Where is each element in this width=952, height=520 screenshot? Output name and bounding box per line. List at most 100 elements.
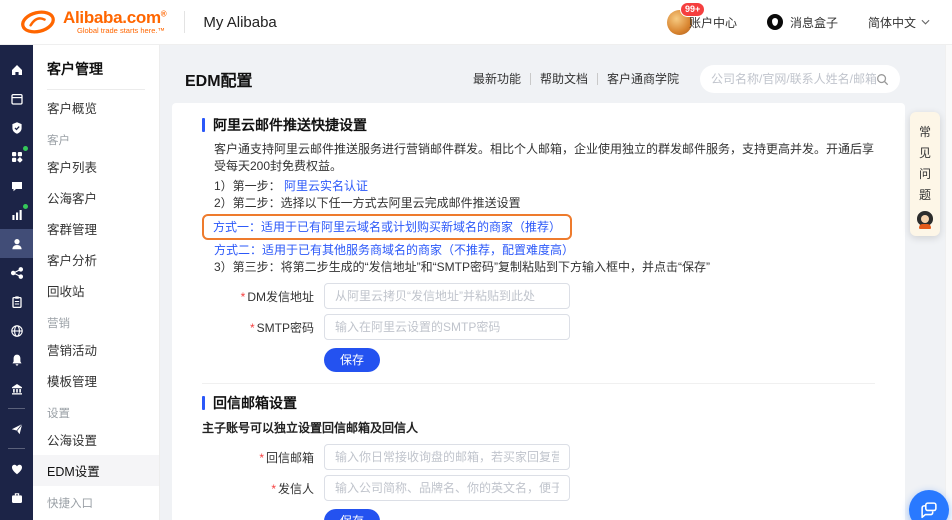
sidebar-item-foreign-trade-mail[interactable]: 外贸邮 bbox=[33, 514, 159, 520]
smtp-password-input[interactable] bbox=[324, 314, 570, 340]
save-button-reply[interactable]: 保存 bbox=[324, 509, 381, 520]
alibaba-logo[interactable]: Alibaba.com® Global trade starts here.™ bbox=[20, 7, 167, 36]
brand-name: Alibaba.com® bbox=[63, 7, 167, 27]
sidebar-item-recycle-bin[interactable]: 回收站 bbox=[33, 275, 159, 306]
section1-intro: 客户通支持阿里云邮件推送服务进行营销邮件群发。相比个人邮箱，企业使用独立的群发邮… bbox=[214, 142, 875, 173]
sidebar-section-settings: 设置 bbox=[47, 408, 70, 420]
option2-link[interactable]: 方式二：适用于已有其他服务商域名的商家（不推荐，配置难度高） bbox=[214, 243, 574, 257]
save-button-aliyun[interactable]: 保存 bbox=[324, 348, 381, 372]
bank-icon[interactable] bbox=[0, 374, 33, 403]
required-asterisk: * bbox=[259, 450, 264, 465]
section-title-bar bbox=[202, 396, 205, 410]
edm-config-card: 阿里云邮件推送快捷设置 客户通支持阿里云邮件推送服务进行营销邮件群发。相比个人邮… bbox=[172, 103, 905, 520]
green-status-dot bbox=[23, 204, 28, 209]
section2-title: 回信邮箱设置 bbox=[213, 395, 297, 411]
header-links: 最新功能 帮助文档 客户通商学院 bbox=[464, 73, 688, 85]
required-asterisk: * bbox=[249, 320, 255, 335]
account-center[interactable]: 99+ 账户中心 bbox=[666, 1, 737, 35]
language-selector[interactable]: 简体中文 bbox=[868, 14, 930, 31]
faq-tab-label: 常见问题 bbox=[918, 125, 931, 202]
chat-icon[interactable] bbox=[0, 171, 33, 200]
search-input[interactable] bbox=[711, 72, 876, 86]
bell-icon[interactable] bbox=[0, 345, 33, 374]
share-icon[interactable] bbox=[0, 258, 33, 287]
link-help-docs[interactable]: 帮助文档 bbox=[529, 73, 597, 85]
reply-email-row: * 回信邮箱 bbox=[202, 444, 875, 470]
sidebar: 客户管理 客户概览 客户 客户列表 公海客户 客群管理 客户分析 回收站 营销 … bbox=[33, 45, 160, 520]
dm-address-input[interactable] bbox=[324, 283, 570, 309]
app-icon-rail bbox=[0, 45, 33, 520]
alibaba-swoosh-icon bbox=[21, 10, 55, 34]
option1-link[interactable]: 方式一：适用于已有阿里云域名或计划购买新域名的商家（推荐） bbox=[213, 220, 561, 234]
notification-badge: 99+ bbox=[679, 1, 706, 17]
registered-mark: ® bbox=[160, 8, 167, 18]
dm-address-row: * DM发信地址 bbox=[202, 283, 875, 309]
sidebar-item-public-customers[interactable]: 公海客户 bbox=[33, 182, 159, 213]
search-box[interactable] bbox=[700, 65, 900, 93]
home-icon[interactable] bbox=[0, 55, 33, 84]
heart-icon[interactable] bbox=[0, 454, 33, 483]
sidebar-item-template-management[interactable]: 模板管理 bbox=[33, 365, 159, 396]
chat-bubbles-icon bbox=[921, 502, 937, 519]
sidebar-section-marketing: 营销 bbox=[47, 318, 70, 330]
brand-tagline: Global trade starts here.™ bbox=[77, 26, 165, 36]
sidebar-item-edm-settings[interactable]: EDM设置 bbox=[33, 455, 159, 486]
scrollbar[interactable] bbox=[945, 45, 952, 520]
step1: 1）第一步： 阿里云实名认证 bbox=[214, 178, 875, 195]
search-icon[interactable] bbox=[876, 73, 889, 86]
send-icon[interactable] bbox=[0, 414, 33, 443]
message-box-icon bbox=[766, 14, 783, 30]
sidebar-item-customer-analysis[interactable]: 客户分析 bbox=[33, 244, 159, 275]
sidebar-section-quick-entry: 快捷入口 bbox=[47, 498, 93, 510]
step1-prefix: 1）第一步： bbox=[214, 179, 281, 193]
topbar-separator bbox=[184, 11, 186, 33]
sidebar-item-group-management[interactable]: 客群管理 bbox=[33, 213, 159, 244]
faq-tab[interactable]: 常见问题 bbox=[910, 112, 940, 236]
smtp-password-label: * SMTP密码 bbox=[249, 320, 314, 335]
globe-icon[interactable] bbox=[0, 316, 33, 345]
reply-email-input[interactable] bbox=[324, 444, 570, 470]
support-agent-icon bbox=[916, 211, 934, 229]
reply-email-label: * 回信邮箱 bbox=[259, 450, 314, 465]
calendar-icon[interactable] bbox=[0, 84, 33, 113]
apps-icon[interactable] bbox=[0, 142, 33, 171]
briefcase-icon[interactable] bbox=[0, 483, 33, 512]
message-box[interactable]: 消息盒子 bbox=[766, 14, 838, 31]
link-academy[interactable]: 客户通商学院 bbox=[596, 73, 688, 85]
page-title: EDM配置 bbox=[185, 73, 253, 90]
required-asterisk: * bbox=[271, 481, 276, 496]
sidebar-section-customers: 客户 bbox=[47, 135, 70, 147]
sidebar-item-customer-list[interactable]: 客户列表 bbox=[33, 151, 159, 182]
sidebar-title: 客户管理 bbox=[47, 61, 103, 77]
step3: 3）第三步：将第二步生成的“发信地址”和“SMTP密码”复制粘贴到下方输入框中，… bbox=[214, 260, 710, 274]
sidebar-item-marketing-campaigns[interactable]: 营销活动 bbox=[33, 334, 159, 365]
message-box-label: 消息盒子 bbox=[789, 15, 838, 30]
sidebar-item-customer-overview[interactable]: 客户概览 bbox=[33, 92, 159, 123]
language-label: 简体中文 bbox=[867, 15, 916, 30]
green-status-dot bbox=[23, 146, 28, 151]
required-asterisk: * bbox=[240, 289, 246, 304]
step2: 2）第二步：选择以下任一方式去阿里云完成邮件推送设置 bbox=[214, 196, 521, 210]
section-title-bar bbox=[202, 118, 205, 132]
realname-verify-link[interactable]: 阿里云实名认证 bbox=[284, 179, 368, 193]
sender-name-input[interactable] bbox=[324, 475, 570, 501]
sidebar-divider bbox=[47, 89, 145, 90]
contacts-icon[interactable] bbox=[0, 229, 33, 258]
sender-name-row: * 发信人 bbox=[202, 475, 875, 501]
option1-highlight-box: 方式一：适用于已有阿里云域名或计划购买新域名的商家（推荐） bbox=[202, 214, 573, 240]
sender-name-label: * 发信人 bbox=[271, 481, 314, 496]
topbar: Alibaba.com® Global trade starts here.™ … bbox=[0, 0, 952, 45]
orders-icon[interactable] bbox=[0, 287, 33, 316]
section1-title: 阿里云邮件推送快捷设置 bbox=[213, 117, 367, 133]
section2-intro: 主子账号可以独立设置回信邮箱及回信人 bbox=[202, 421, 419, 435]
rail-divider bbox=[8, 408, 25, 409]
smtp-password-row: * SMTP密码 bbox=[202, 314, 875, 340]
rail-divider bbox=[8, 448, 25, 449]
main-content: EDM配置 最新功能 帮助文档 客户通商学院 阿里云邮件推送快捷设置 客户通支持… bbox=[160, 45, 952, 520]
sidebar-item-public-settings[interactable]: 公海设置 bbox=[33, 424, 159, 455]
chevron-down-icon bbox=[921, 19, 930, 25]
shield-icon[interactable] bbox=[0, 113, 33, 142]
product-title[interactable]: My Alibaba bbox=[203, 14, 276, 31]
link-latest-features[interactable]: 最新功能 bbox=[464, 73, 530, 85]
analytics-icon[interactable] bbox=[0, 200, 33, 229]
